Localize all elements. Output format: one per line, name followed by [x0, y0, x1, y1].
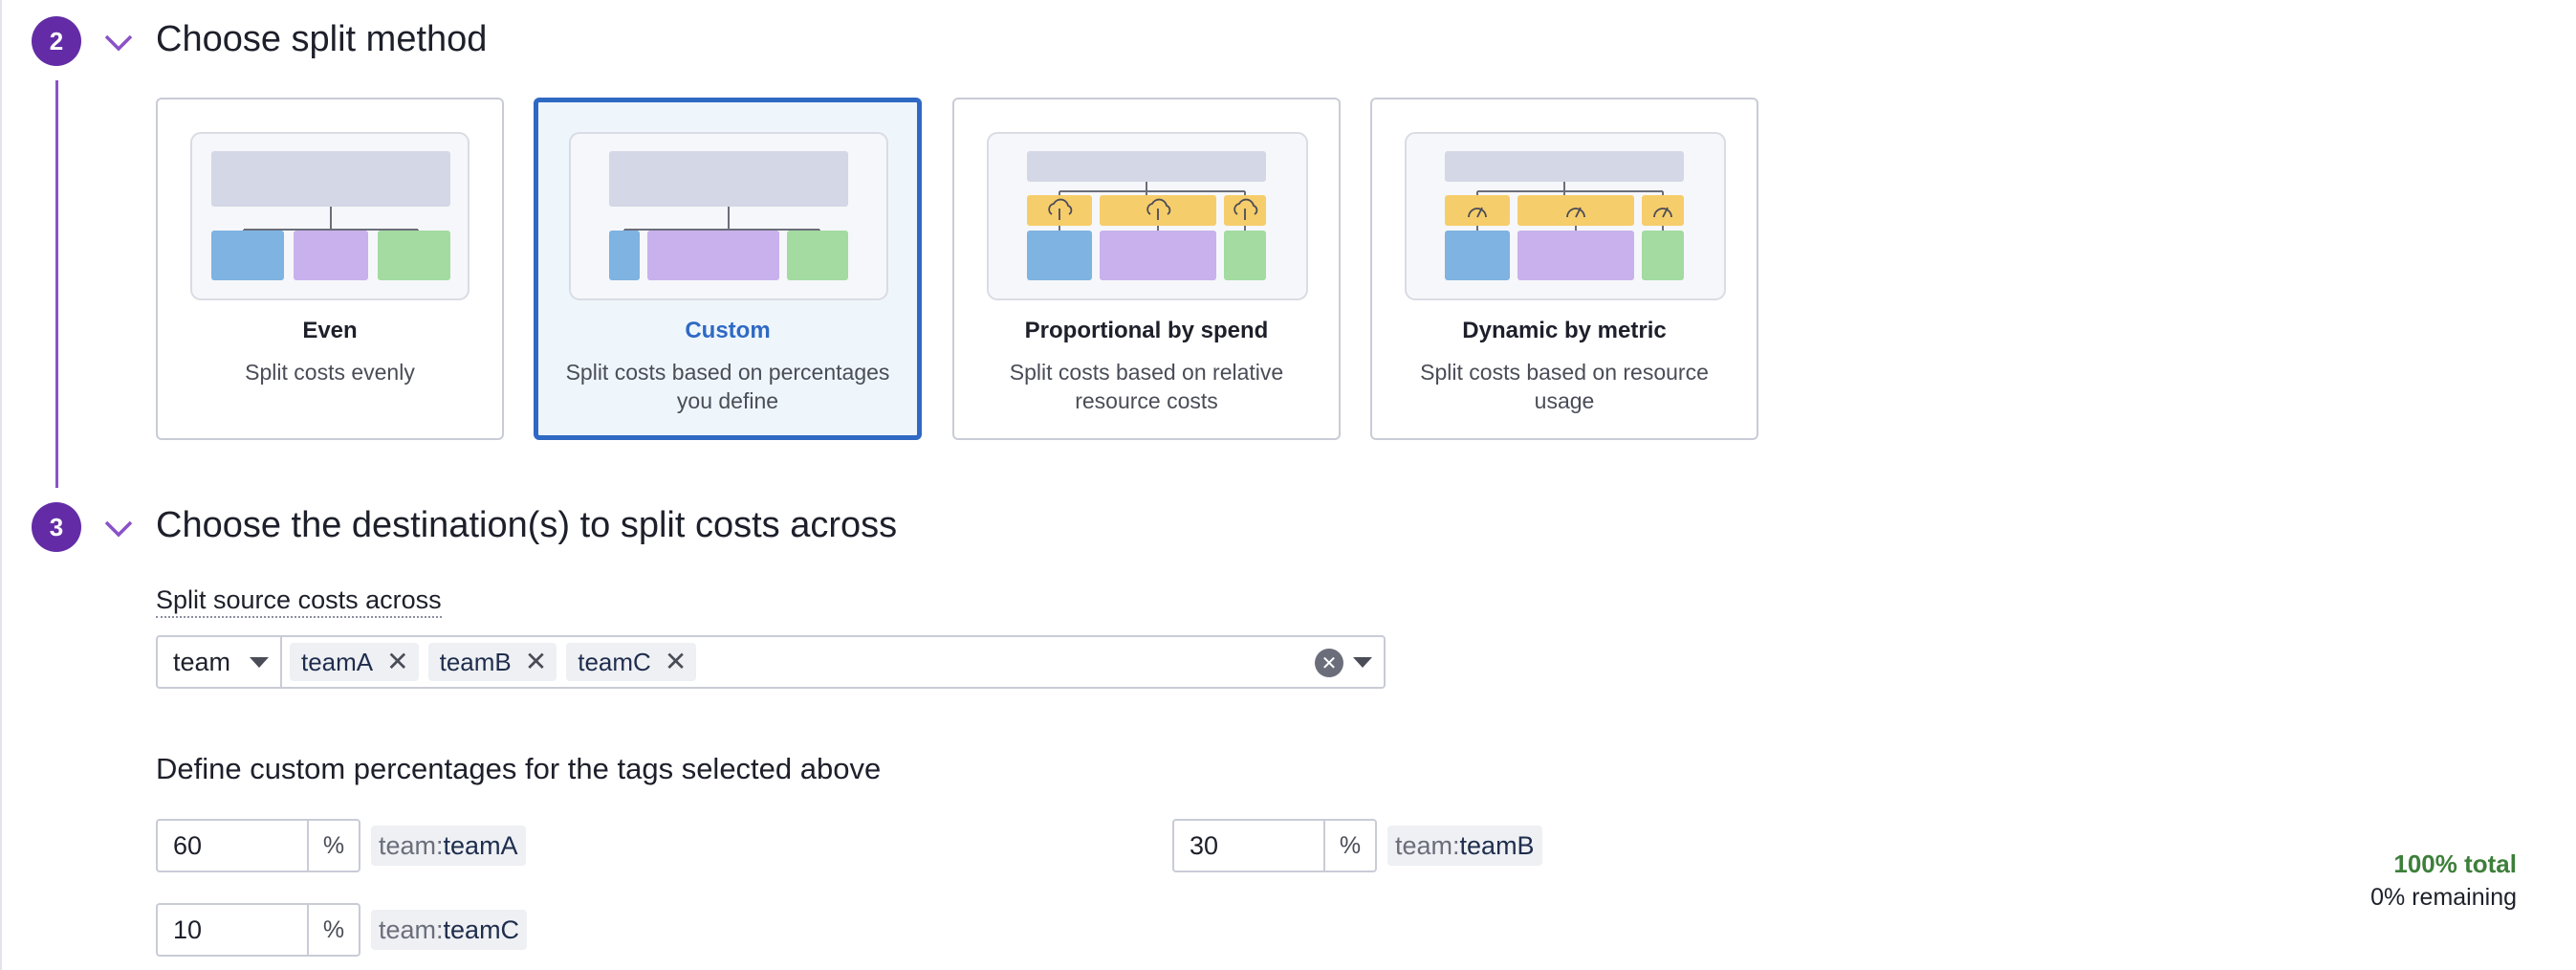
step-2-title: Choose split method	[156, 19, 488, 59]
percentage-field[interactable]	[1174, 821, 1325, 871]
split-method-even-card[interactable]: Even Split costs evenly	[156, 98, 504, 440]
card-description: Split costs based on percentages you def…	[565, 360, 890, 413]
percentage-input-teamA: %	[156, 819, 360, 872]
split-method-dynamic-card[interactable]: Dynamic by metric Split costs based on r…	[1370, 98, 1758, 440]
percentage-field[interactable]	[158, 821, 309, 871]
tag-key-value: team	[173, 647, 231, 676]
allocation-tag: team: teamB	[1387, 826, 1542, 866]
percentage-input-teamC: %	[156, 903, 360, 957]
chevron-down-icon[interactable]	[102, 32, 135, 55]
allocation-total: 100% total	[2393, 849, 2517, 878]
caret-down-icon	[250, 657, 269, 668]
tag-value: teamC	[443, 915, 520, 944]
allocation-tag: team: teamC	[371, 910, 528, 950]
clear-circle-icon[interactable]: ✕	[1315, 649, 1343, 677]
allocation-tag: team: teamA	[371, 826, 526, 866]
close-icon[interactable]: ✕	[525, 649, 547, 675]
tag-value: teamA	[443, 830, 518, 860]
tag-multiselect[interactable]: team teamA ✕ teamB ✕ teamC ✕ ✕	[156, 635, 1386, 689]
allocation-remaining: 0% remaining	[2370, 884, 2517, 911]
percent-suffix: %	[322, 831, 345, 859]
tag-chip[interactable]: teamA ✕	[290, 643, 419, 681]
split-across-label: Split source costs across	[156, 585, 442, 618]
card-description: Split costs evenly	[245, 360, 415, 385]
tag-chip[interactable]: teamC ✕	[566, 643, 697, 681]
chevron-down-icon[interactable]	[102, 518, 135, 540]
step-connector	[55, 80, 58, 488]
tag-value: teamB	[1459, 830, 1535, 860]
card-title: Dynamic by metric	[1462, 318, 1667, 343]
tag-key: team:	[379, 915, 444, 944]
caret-down-icon[interactable]	[1353, 657, 1372, 668]
step-3-badge: 3	[32, 502, 81, 552]
card-title: Custom	[685, 318, 771, 343]
card-description: Split costs based on relative resource c…	[1009, 360, 1284, 413]
step-3-title: Choose the destination(s) to split costs…	[156, 505, 898, 545]
tag-key: team:	[1395, 830, 1460, 860]
dynamic-split-diagram	[1405, 132, 1726, 300]
step-2-badge: 2	[32, 16, 81, 66]
selected-tag-values: teamA ✕ teamB ✕ teamC ✕	[290, 643, 697, 681]
split-method-proportional-card[interactable]: Proportional by spend Split costs based …	[952, 98, 1341, 440]
card-title: Even	[302, 318, 358, 343]
custom-split-diagram	[569, 132, 888, 300]
even-split-diagram	[190, 132, 469, 300]
percent-suffix: %	[1339, 831, 1362, 859]
percent-suffix: %	[322, 915, 345, 943]
custom-percentages-heading: Define custom percentages for the tags s…	[156, 752, 882, 785]
tag-key: team:	[379, 830, 444, 860]
proportional-split-diagram	[987, 132, 1308, 300]
tag-chip-label: teamB	[439, 647, 512, 676]
tag-chip[interactable]: teamB ✕	[427, 643, 557, 681]
card-title: Proportional by spend	[1024, 318, 1269, 343]
close-icon[interactable]: ✕	[665, 649, 687, 675]
page-left-border	[0, 0, 2, 970]
tag-chip-label: teamC	[578, 647, 651, 676]
percentage-field[interactable]	[158, 905, 309, 955]
card-description: Split costs based on resource usage	[1420, 360, 1709, 413]
close-icon[interactable]: ✕	[386, 649, 408, 675]
split-method-custom-card[interactable]: Custom Split costs based on percentages …	[534, 98, 922, 440]
tag-key-dropdown[interactable]: team	[158, 637, 282, 687]
tag-chip-label: teamA	[301, 647, 374, 676]
percentage-input-teamB: %	[1172, 819, 1377, 872]
